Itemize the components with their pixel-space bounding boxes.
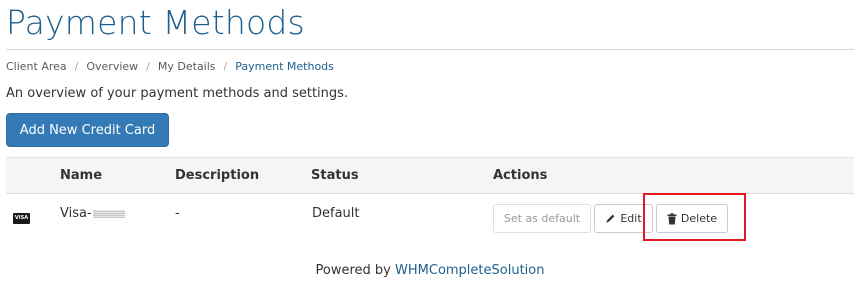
- column-header-status: Status: [311, 168, 359, 183]
- breadcrumb-payment-methods: Payment Methods: [235, 60, 334, 73]
- visa-card-icon: VISA: [13, 213, 30, 224]
- column-header-description: Description: [175, 168, 260, 183]
- add-new-credit-card-button[interactable]: Add New Credit Card: [6, 113, 169, 147]
- table-header: Name Description Status Actions: [6, 157, 854, 194]
- breadcrumb-separator: /: [74, 60, 79, 73]
- title-divider: [6, 49, 854, 50]
- overview-text: An overview of your payment methods and …: [6, 86, 349, 101]
- set-as-default-button[interactable]: Set as default: [493, 204, 591, 233]
- breadcrumb-overview[interactable]: Overview: [86, 60, 138, 73]
- trash-icon: [667, 212, 677, 225]
- breadcrumb-client-area[interactable]: Client Area: [6, 60, 67, 73]
- footer: Powered by WHMCompleteSolution: [0, 263, 860, 278]
- masked-card-number: [92, 209, 125, 218]
- column-header-name: Name: [60, 168, 103, 183]
- card-description: -: [175, 206, 180, 221]
- delete-button[interactable]: Delete: [656, 204, 728, 233]
- card-name-text: Visa-: [60, 206, 92, 221]
- card-name: Visa-: [60, 206, 125, 221]
- breadcrumb: Client Area / Overview / My Details / Payment …: [6, 60, 334, 74]
- breadcrumb-my-details[interactable]: My Details: [158, 60, 216, 73]
- payment-methods-table: Name Description Status Actions VISA Vis…: [6, 157, 854, 240]
- footer-powered-by: Powered by: [315, 263, 391, 278]
- delete-button-label: Delete: [680, 212, 718, 225]
- edit-button-label: Edit: [620, 212, 642, 225]
- breadcrumb-separator: /: [146, 60, 150, 73]
- pencil-icon: [605, 213, 616, 224]
- table-row: VISA Visa- - Default Set as default Edit: [6, 194, 854, 240]
- footer-link[interactable]: WHMCompleteSolution: [395, 263, 544, 278]
- page-title: Payment Methods: [6, 3, 305, 42]
- column-header-actions: Actions: [493, 168, 548, 183]
- edit-button[interactable]: Edit: [594, 204, 653, 233]
- breadcrumb-separator: /: [223, 60, 228, 73]
- card-status: Default: [312, 206, 360, 221]
